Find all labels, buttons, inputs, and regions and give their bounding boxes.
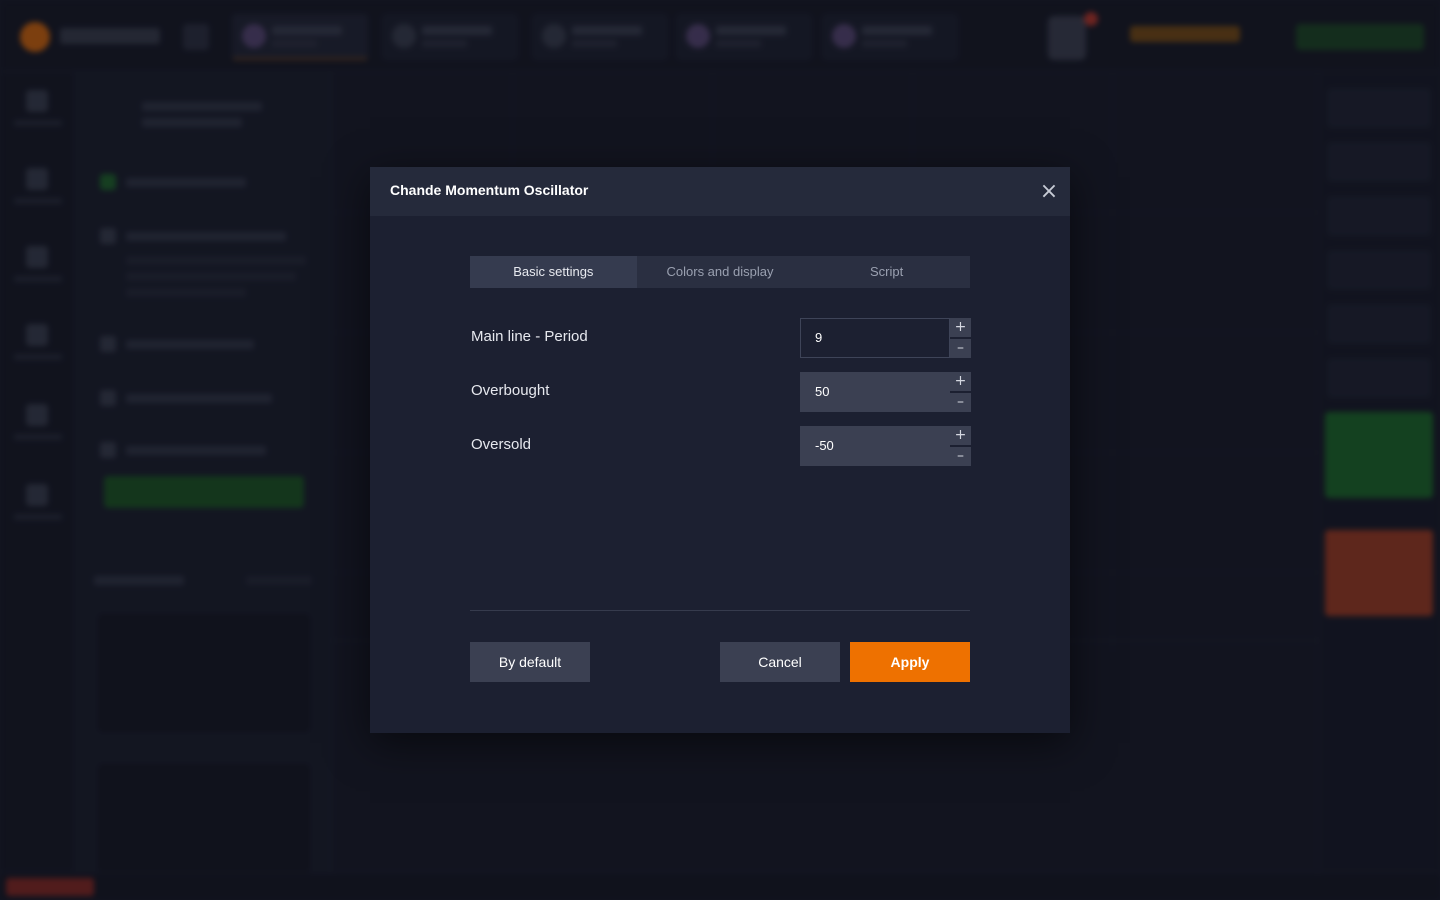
divider xyxy=(470,610,970,611)
period-label: Main line - Period xyxy=(471,328,588,345)
modal-header: Chande Momentum Oscillator × xyxy=(370,167,1070,216)
oversold-input[interactable]: -50 xyxy=(800,426,950,466)
oversold-decrement-button[interactable]: – xyxy=(950,447,971,466)
tab-script[interactable]: Script xyxy=(803,256,970,288)
overbought-input[interactable]: 50 xyxy=(800,372,950,412)
close-icon[interactable]: × xyxy=(1038,181,1060,203)
cancel-button[interactable]: Cancel xyxy=(720,642,840,682)
indicator-settings-modal: Chande Momentum Oscillator × Basic setti… xyxy=(370,167,1070,733)
overbought-label: Overbought xyxy=(471,382,550,399)
oversold-increment-button[interactable]: + xyxy=(950,426,971,445)
modal-title: Chande Momentum Oscillator xyxy=(390,182,589,198)
overbought-increment-button[interactable]: + xyxy=(950,372,971,391)
period-increment-button[interactable]: + xyxy=(950,318,971,337)
oversold-label: Oversold xyxy=(471,436,532,453)
tab-colors-and-display[interactable]: Colors and display xyxy=(637,256,804,288)
overbought-decrement-button[interactable]: – xyxy=(950,393,971,412)
settings-tabs: Basic settings Colors and display Script xyxy=(470,256,970,288)
apply-button[interactable]: Apply xyxy=(850,642,970,682)
period-decrement-button[interactable]: – xyxy=(950,339,971,358)
tab-basic-settings[interactable]: Basic settings xyxy=(470,256,637,288)
period-input[interactable]: 9 xyxy=(800,318,950,358)
by-default-button[interactable]: By default xyxy=(470,642,590,682)
